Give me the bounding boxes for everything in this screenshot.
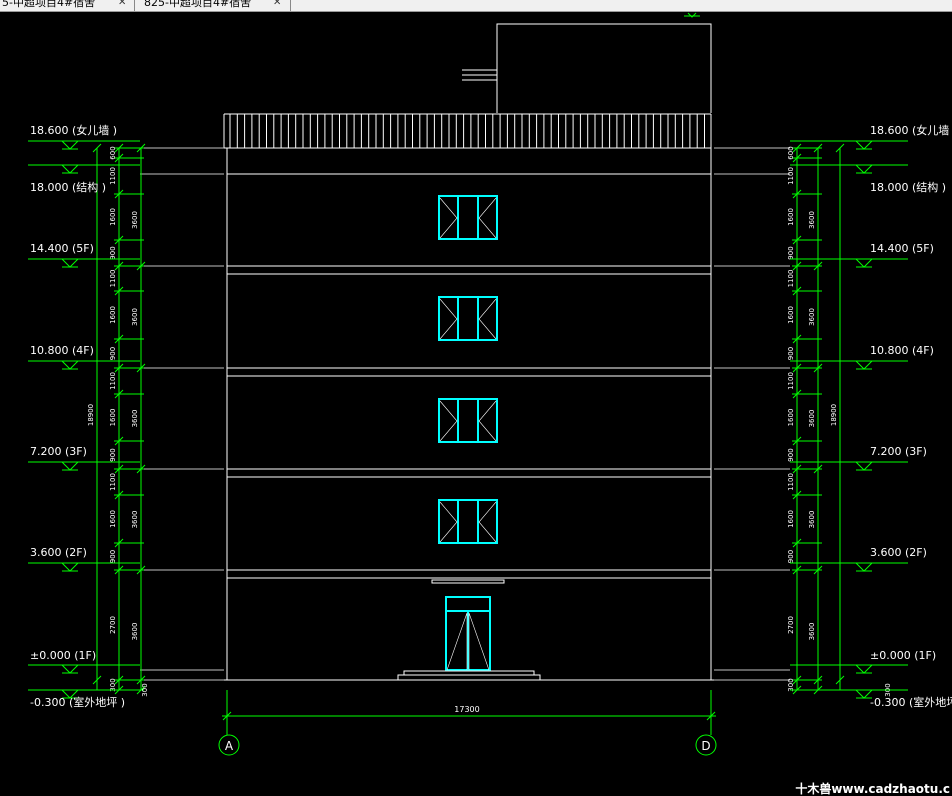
dimension-segment-label: 1600	[109, 510, 117, 528]
dimension-segment-label: 1100	[109, 270, 117, 288]
tab-drawing-2[interactable]: 825-中超项目4#宿舍	[140, 0, 255, 10]
dimension-total-width: 17300	[454, 705, 479, 714]
dimension-total-height: 18900	[87, 404, 95, 426]
elevation-label: 14.400 (5F)	[870, 242, 934, 255]
dimension-bottom-300: 300	[141, 683, 149, 696]
windows	[438, 195, 498, 544]
elevation-label: -0.300 (室外地坪 )	[30, 695, 125, 709]
bottom-dimension	[218, 690, 717, 756]
dimension-segment-label: 1600	[109, 409, 117, 427]
axis-label-a: A	[225, 739, 234, 753]
tab-close-icon[interactable]: ✕	[273, 0, 281, 10]
dimension-segment-label: 900	[787, 550, 795, 563]
parapet-railing	[223, 113, 712, 149]
entrance-door	[397, 579, 541, 681]
dimension-total-height: 18900	[830, 404, 838, 426]
dimension-segment-label: 1100	[787, 270, 795, 288]
elevation-label: 18.000 (结构 )	[30, 180, 106, 194]
dimension-storey-label: 3600	[131, 511, 139, 529]
dimension-segment-label: 1600	[787, 306, 795, 324]
dimension-segment-label: 2700	[787, 616, 795, 634]
dimension-segment-label: 900	[109, 550, 117, 563]
window	[438, 499, 498, 544]
window	[438, 398, 498, 443]
dimension-storey-label: 3600	[131, 308, 139, 326]
elevation-label: 3.600 (2F)	[30, 546, 87, 559]
dimension-segment-label: 600	[787, 146, 795, 159]
axis-label-d: D	[701, 739, 710, 753]
dimension-segment-label: 900	[787, 347, 795, 360]
elevation-label: ±0.000 (1F)	[870, 649, 936, 662]
dimension-storey-label: 3600	[808, 410, 816, 428]
dimension-segment-label: 900	[109, 347, 117, 360]
dimension-storey-label: 3600	[808, 623, 816, 641]
elevation-label: 18.000 (结构 )	[870, 180, 946, 194]
elevation-label: -0.300 (室外地坪	[870, 695, 952, 709]
elevation-label: 14.400 (5F)	[30, 242, 94, 255]
dimension-segment-label: 1100	[787, 372, 795, 390]
dimension-chain-left: 600 1100 1600 900 1100 1600 900 1100 1600 900 1100…	[87, 143, 149, 697]
dimension-storey-label: 3600	[131, 211, 139, 229]
window	[438, 195, 498, 240]
dimension-segment-label: 2700	[109, 616, 117, 634]
elevation-label: ±0.000 (1F)	[30, 649, 96, 662]
dimension-segment-label: 1100	[109, 473, 117, 491]
dimension-segment-label: 1600	[109, 208, 117, 226]
floor-bands	[227, 265, 711, 579]
dimension-storey-label: 3600	[808, 511, 816, 529]
dimension-storey-label: 3600	[131, 410, 139, 428]
watermark: 十木兽www.cadzhaotu.c	[795, 782, 950, 796]
dimension-storey-label: 3600	[131, 623, 139, 641]
dimension-segment-label: 1100	[109, 167, 117, 185]
dimension-segment-label: 900	[787, 448, 795, 461]
dimension-segment-label: 1100	[109, 372, 117, 390]
elevation-label: 10.800 (4F)	[870, 344, 934, 357]
dimension-storey-label: 3600	[808, 211, 816, 229]
dimension-segment-label: 1600	[109, 306, 117, 324]
dimension-chain-right: 600 1100 1600 900 1100 1600 900 1100 1600 900 1100…	[787, 143, 892, 697]
elevation-label: 7.200 (3F)	[870, 445, 927, 458]
dimension-storey-label: 3600	[808, 308, 816, 326]
dimension-segment-label: 1600	[787, 409, 795, 427]
dimension-segment-label: 900	[109, 448, 117, 461]
window	[438, 296, 498, 341]
cad-drawing-canvas[interactable]: 600 1100 1600 900 1100 1600 900 1100 1600 900 1100…	[0, 11, 952, 796]
extension-lines	[140, 147, 790, 681]
roof-enclosure	[462, 12, 712, 113]
dimension-segment-label: 1600	[787, 510, 795, 528]
elevation-label: 18.600 (女儿墙 )	[30, 123, 117, 137]
dimension-segment-label: 900	[109, 246, 117, 259]
dimension-segment-label: 600	[109, 146, 117, 159]
tab-drawing-1[interactable]: 5-中超项目4#宿舍	[0, 0, 99, 10]
dimension-segment-label: 1600	[787, 208, 795, 226]
elevation-label: 3.600 (2F)	[870, 546, 927, 559]
elevation-label: 10.800 (4F)	[30, 344, 94, 357]
dimension-segment-label: 1100	[787, 473, 795, 491]
elevation-label: 18.600 (女儿墙	[870, 123, 949, 137]
dimension-segment-label: 1100	[787, 167, 795, 185]
tab-separator	[134, 0, 135, 11]
dimension-segment-label: 900	[787, 246, 795, 259]
tab-close-icon[interactable]: ✕	[118, 0, 126, 10]
tab-separator	[290, 0, 291, 11]
elevation-label: 7.200 (3F)	[30, 445, 87, 458]
elevation-markers-left: 18.600 (女儿墙 ) 18.000 (结构 ) 14.400 (5F) 10.8…	[28, 123, 140, 709]
